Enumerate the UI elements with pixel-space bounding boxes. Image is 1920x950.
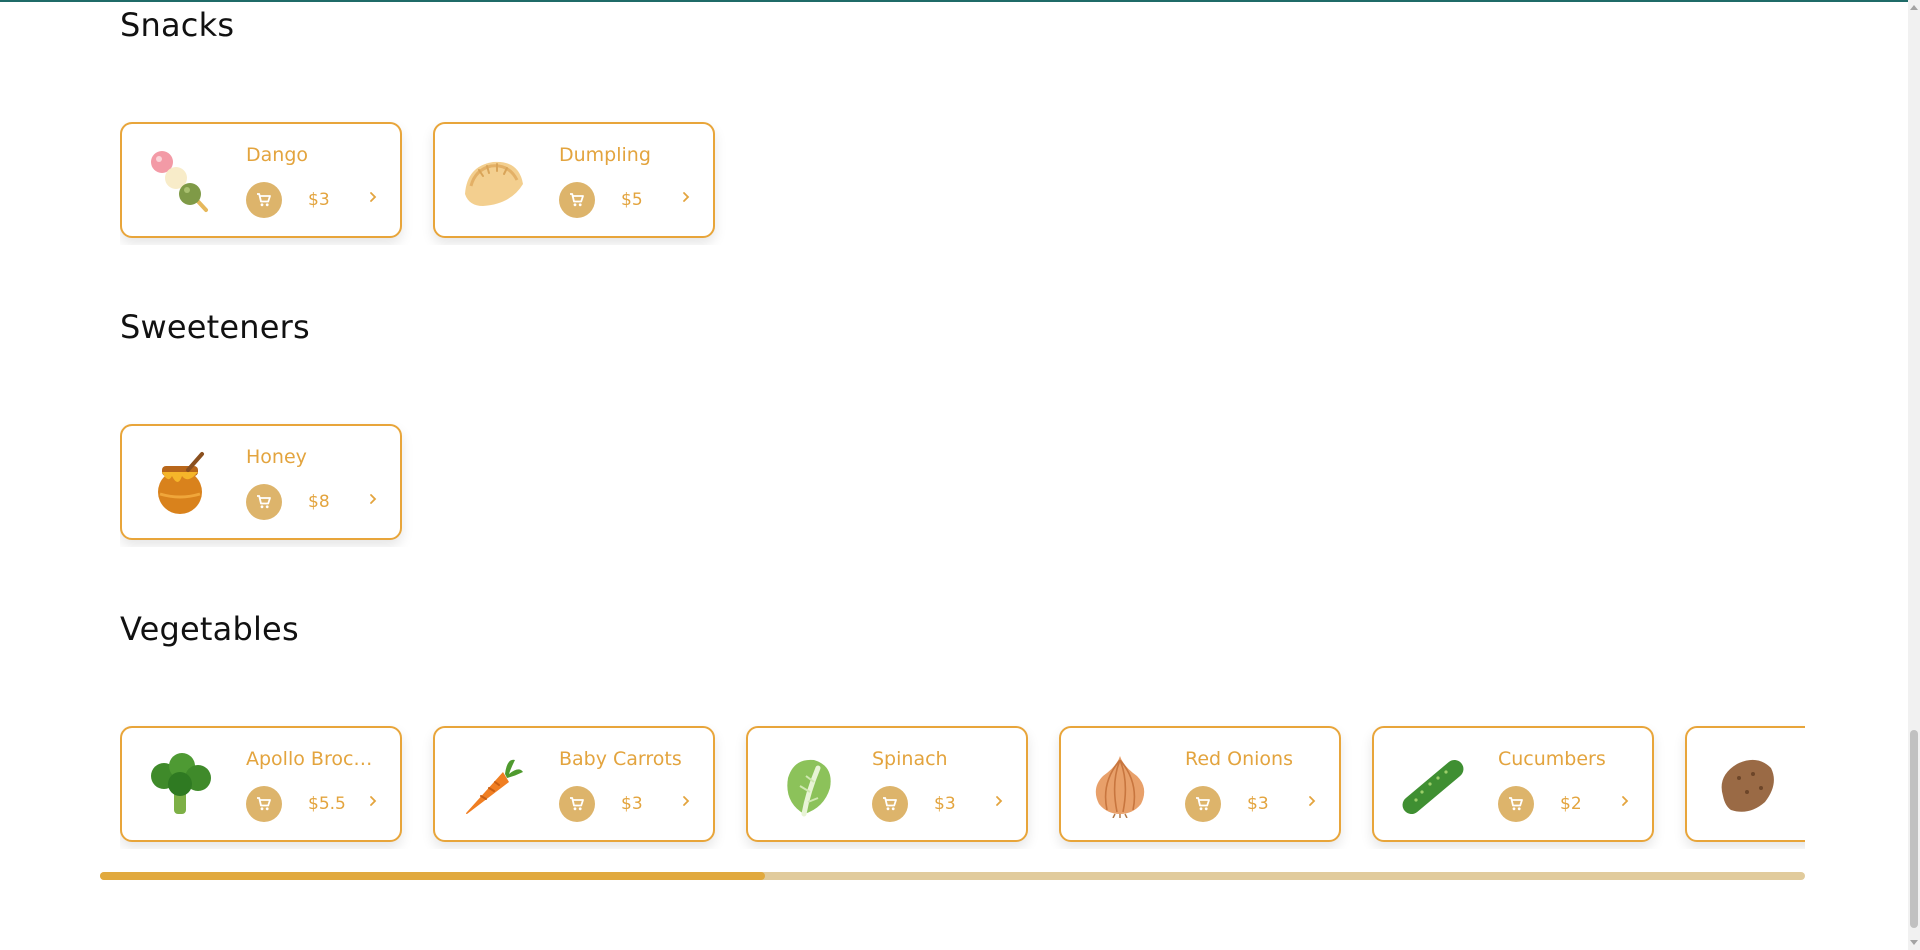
product-price: $5.5 (308, 794, 346, 814)
product-details-button[interactable] (1614, 786, 1636, 816)
onion-icon (1095, 756, 1145, 818)
page-scrollbar-thumb[interactable] (1910, 730, 1918, 928)
product-price: $8 (308, 492, 330, 512)
scroll-up-arrow-icon[interactable] (1908, 0, 1920, 14)
snacks-row: Dango $3 Dumpling $5 (120, 120, 1805, 245)
cart-icon (570, 193, 584, 207)
add-to-cart-button[interactable] (559, 786, 595, 822)
cart-icon (883, 797, 897, 811)
chevron-right-icon (370, 796, 377, 806)
page-vertical-scrollbar[interactable] (1908, 0, 1920, 950)
product-card[interactable]: Baby Carrots $3 (433, 726, 715, 842)
product-card[interactable] (1685, 726, 1805, 842)
product-details-button[interactable] (362, 182, 384, 212)
product-details-button[interactable] (362, 786, 384, 816)
product-card[interactable]: Red Onions $3 (1059, 726, 1341, 842)
product-details-button[interactable] (675, 182, 697, 212)
vegetables-horizontal-scrollbar[interactable] (100, 872, 1805, 880)
add-to-cart-button[interactable] (246, 484, 282, 520)
cart-icon (257, 193, 271, 207)
section-title-snacks: Snacks (120, 6, 235, 44)
product-card[interactable]: Cucumbers $2 (1372, 726, 1654, 842)
chevron-right-icon (1622, 796, 1629, 806)
page: Snacks Dango $3 Dumpling $5 Sweeteners H… (0, 0, 1908, 950)
product-name: Apollo Brocc... (246, 748, 376, 770)
add-to-cart-button[interactable] (872, 786, 908, 822)
chevron-right-icon (1309, 796, 1316, 806)
product-name: Cucumbers (1498, 748, 1606, 770)
product-details-button[interactable] (1301, 786, 1323, 816)
product-details-button[interactable] (362, 484, 384, 514)
chevron-right-icon (996, 796, 1003, 806)
section-title-sweeteners: Sweeteners (120, 308, 310, 346)
potato-icon (1721, 759, 1774, 812)
carrot-icon (466, 759, 523, 814)
dumpling-icon (465, 161, 523, 206)
vegetables-row: Apollo Brocc... $5.5 Baby Carrots $3 Spi… (120, 724, 1805, 849)
product-price: $3 (621, 794, 643, 814)
chevron-right-icon (370, 494, 377, 504)
product-name: Dumpling (559, 144, 651, 166)
product-price: $3 (308, 190, 330, 210)
product-name: Red Onions (1185, 748, 1293, 770)
top-accent-line (0, 0, 1908, 2)
section-title-vegetables: Vegetables (120, 610, 299, 648)
product-price: $3 (934, 794, 956, 814)
add-to-cart-button[interactable] (559, 182, 595, 218)
add-to-cart-button[interactable] (1498, 786, 1534, 822)
cucumber-icon (1402, 760, 1464, 814)
product-name: Honey (246, 446, 307, 468)
product-card[interactable]: Apollo Brocc... $5.5 (120, 726, 402, 842)
product-details-button[interactable] (675, 786, 697, 816)
cart-icon (257, 797, 271, 811)
cart-icon (257, 495, 271, 509)
product-price: $5 (621, 190, 643, 210)
chevron-right-icon (683, 192, 690, 202)
product-name: Dango (246, 144, 309, 166)
product-name: Baby Carrots (559, 748, 682, 770)
product-card[interactable]: Dumpling $5 (433, 122, 715, 238)
product-details-button[interactable] (988, 786, 1010, 816)
chevron-right-icon (370, 192, 377, 202)
sweeteners-row: Honey $8 (120, 422, 1805, 547)
add-to-cart-button[interactable] (246, 182, 282, 218)
product-name: Spinach (872, 748, 948, 770)
product-card[interactable]: Spinach $3 (746, 726, 1028, 842)
product-price: $2 (1560, 794, 1582, 814)
cart-icon (570, 797, 584, 811)
add-to-cart-button[interactable] (246, 786, 282, 822)
scroll-down-arrow-icon[interactable] (1908, 936, 1920, 950)
dango-icon (151, 151, 208, 212)
scrollbar-thumb[interactable] (100, 872, 765, 880)
product-price: $3 (1247, 794, 1269, 814)
cart-icon (1196, 797, 1210, 811)
cart-icon (1509, 797, 1523, 811)
leafy-green-icon (787, 759, 831, 817)
broccoli-icon (151, 753, 211, 814)
add-to-cart-button[interactable] (1185, 786, 1221, 822)
chevron-right-icon (683, 796, 690, 806)
honey-pot-icon (158, 452, 204, 514)
product-card[interactable]: Honey $8 (120, 424, 402, 540)
product-card[interactable]: Dango $3 (120, 122, 402, 238)
